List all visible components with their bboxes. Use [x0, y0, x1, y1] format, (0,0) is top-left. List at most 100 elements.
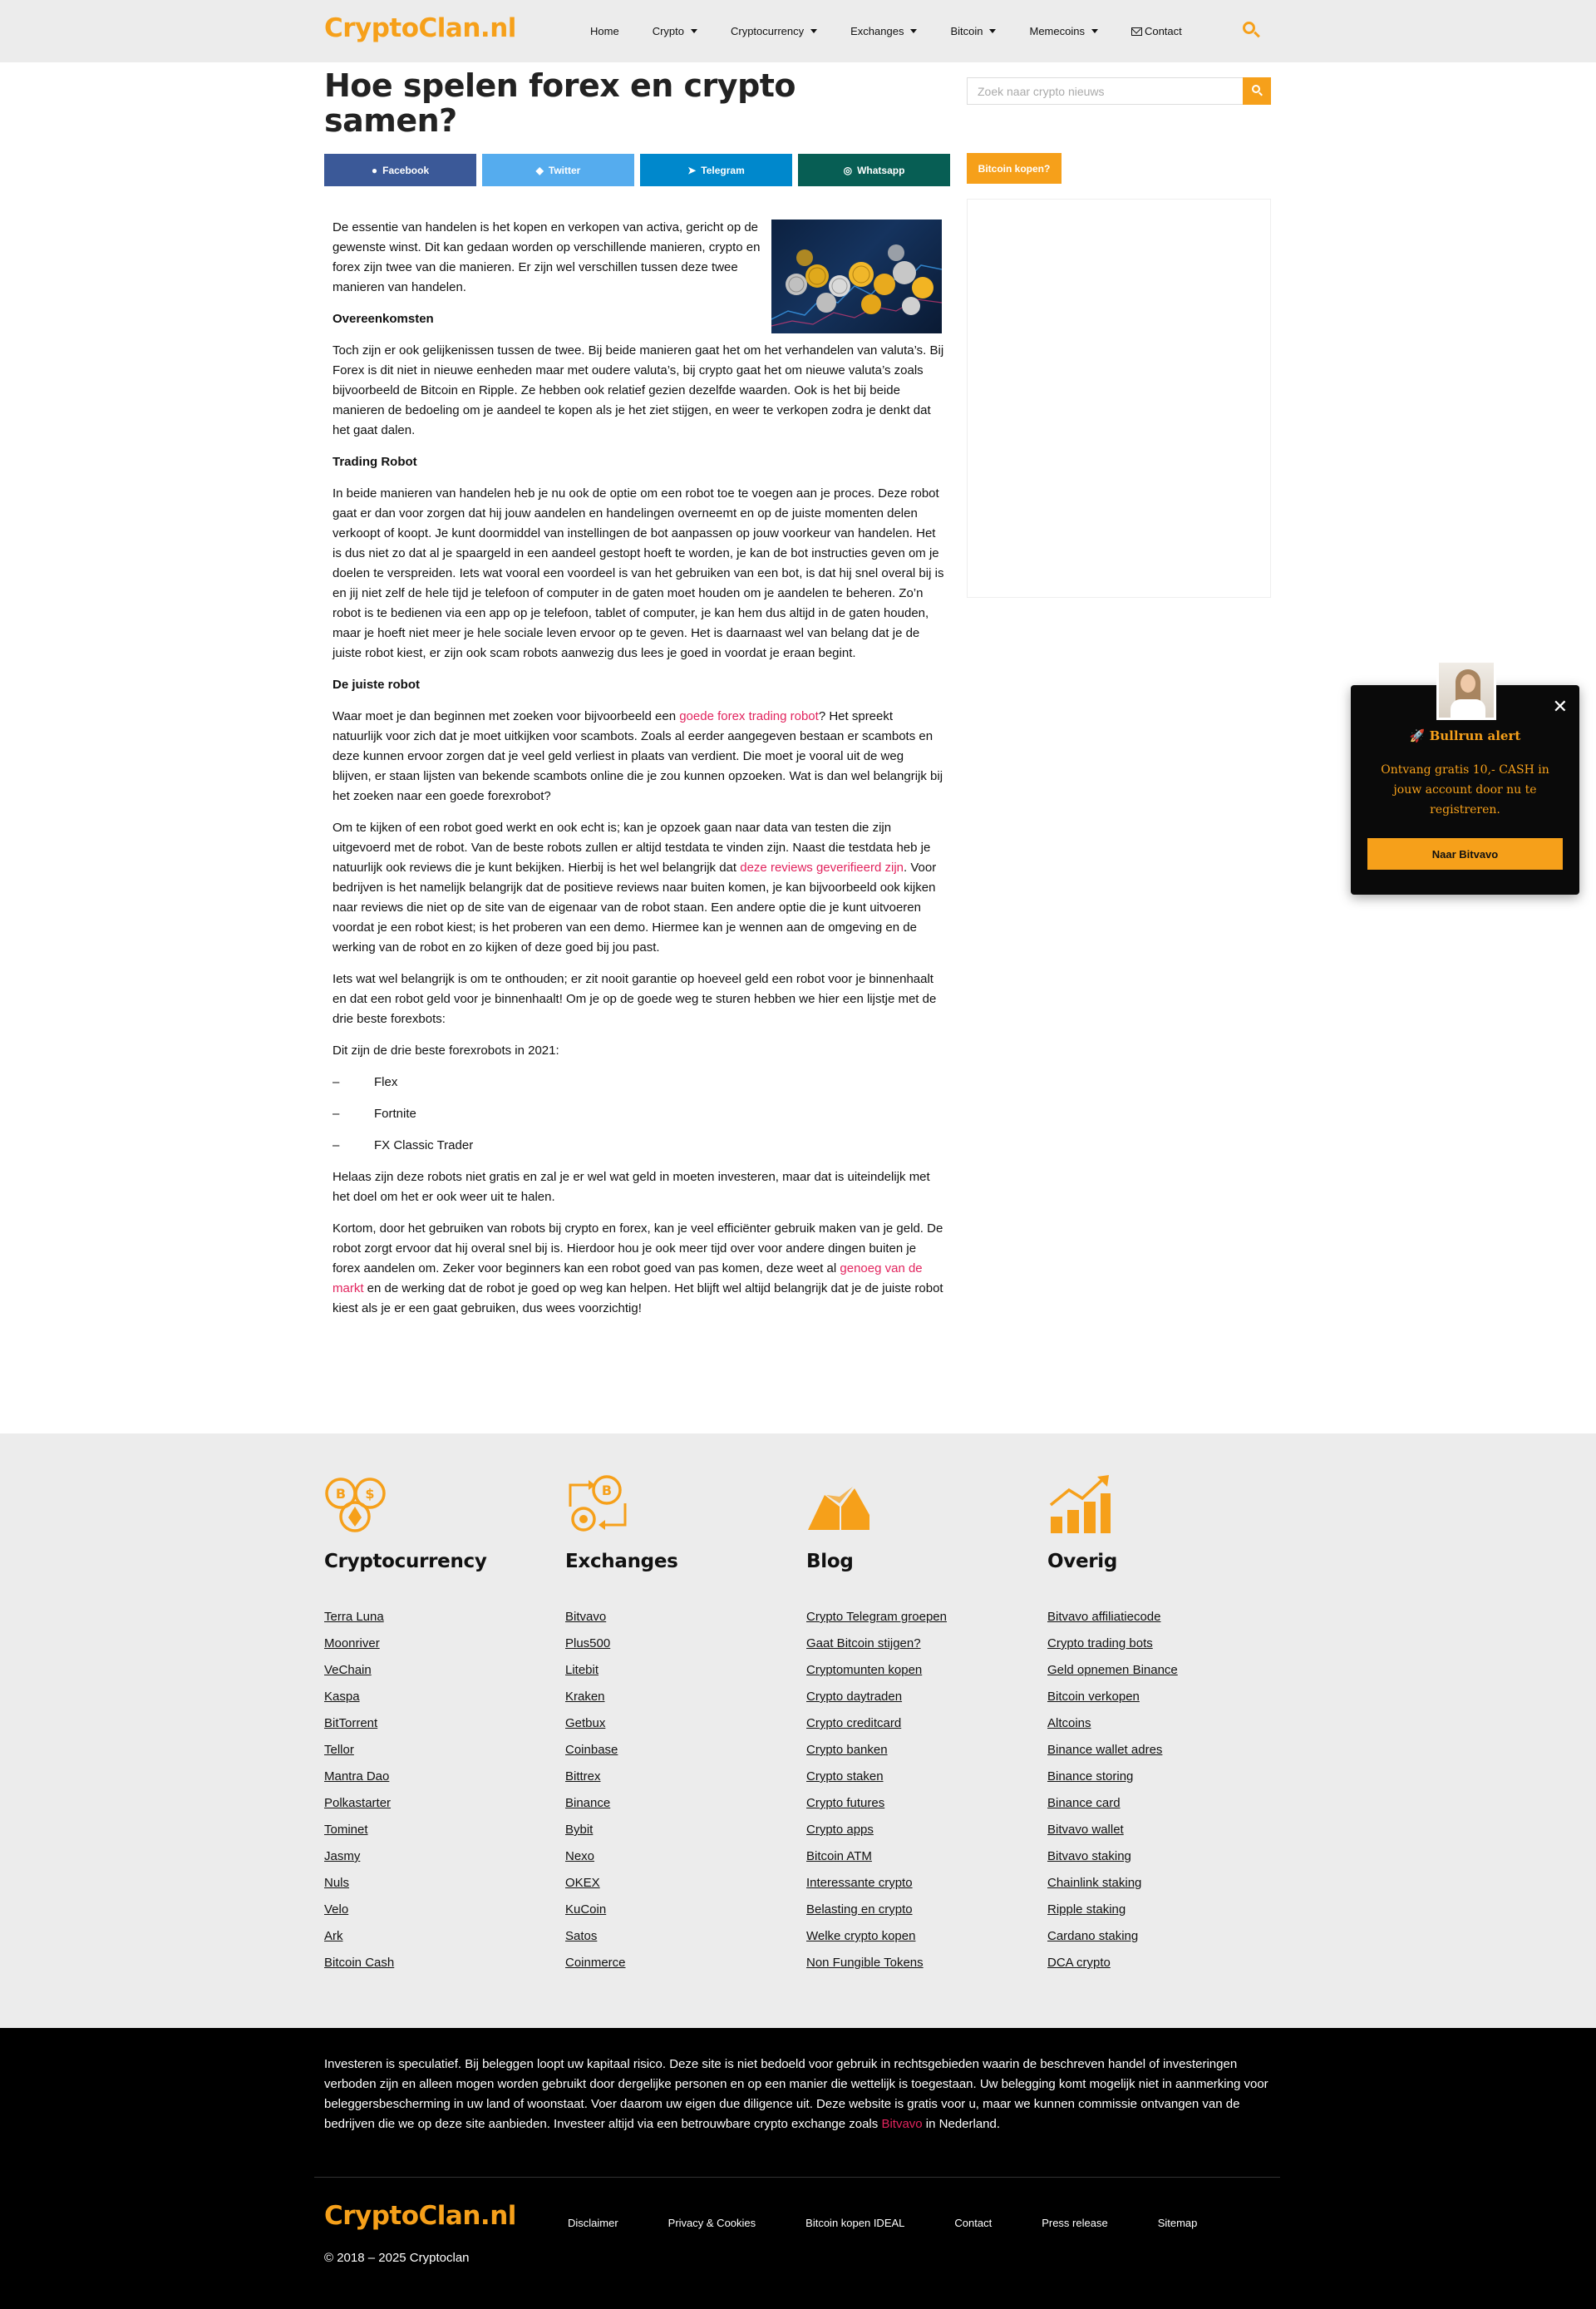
footer-link[interactable]: Kraken: [565, 1684, 790, 1710]
section-heading: Trading Robot: [332, 455, 417, 469]
footer-link[interactable]: Crypto trading bots: [1047, 1631, 1272, 1657]
footer-link[interactable]: Tellor: [324, 1737, 549, 1764]
share-label: Whatsapp: [857, 164, 905, 176]
footer-nav-disclaimer[interactable]: Disclaimer: [568, 2217, 618, 2229]
footer-logo[interactable]: CryptoClan.nl: [324, 2201, 516, 2231]
footer-link[interactable]: Crypto daytraden: [806, 1684, 1031, 1710]
sidebar-search: [967, 77, 1271, 105]
footer-link[interactable]: Bitvavo wallet: [1047, 1817, 1272, 1843]
popup-title: 🚀 Bullrun alert: [1409, 728, 1521, 743]
share-twitter-button[interactable]: ◆ Twitter: [482, 154, 634, 186]
footer-link[interactable]: Kaspa: [324, 1684, 549, 1710]
footer-link[interactable]: Bitvavo staking: [1047, 1843, 1272, 1870]
share-buttons: ● Facebook ◆ Twitter ➤ Telegram ◎ Whatsapp: [324, 154, 950, 186]
bitvavo-link[interactable]: Bitvavo: [881, 2117, 922, 2131]
nav-item-home[interactable]: Home: [574, 25, 636, 37]
footer-link[interactable]: KuCoin: [565, 1897, 790, 1923]
share-facebook-button[interactable]: ● Facebook: [324, 154, 476, 186]
nav-item-memecoins[interactable]: Memecoins: [1012, 25, 1114, 37]
footer-link[interactable]: Nuls: [324, 1870, 549, 1897]
footer-link[interactable]: Crypto apps: [806, 1817, 1031, 1843]
footer-nav-contact[interactable]: Contact: [954, 2217, 992, 2229]
nav-item-exchanges[interactable]: Exchanges: [834, 25, 933, 37]
text-span: Investeren is speculatief. Bij beleggen …: [324, 2057, 1268, 2131]
footer-nav-privacy[interactable]: Privacy & Cookies: [668, 2217, 756, 2229]
footer-link[interactable]: Cardano staking: [1047, 1923, 1272, 1950]
footer-link[interactable]: Geld opnemen Binance: [1047, 1657, 1272, 1684]
footer-link[interactable]: Crypto futures: [806, 1790, 1031, 1817]
footer-link[interactable]: Bybit: [565, 1817, 790, 1843]
forex-robot-link[interactable]: goede forex trading robot: [679, 709, 819, 723]
footer-links-section: B $ Cryptocurrency Terra Luna Moonriver …: [0, 1433, 1596, 2028]
footer-link[interactable]: Getbux: [565, 1710, 790, 1737]
list-item: – Flex: [332, 1073, 944, 1093]
footer-nav-sitemap[interactable]: Sitemap: [1158, 2217, 1198, 2229]
search-input[interactable]: [968, 78, 1242, 104]
footer-nav-bitcoin-ideal[interactable]: Bitcoin kopen IDEAL: [805, 2217, 904, 2229]
mail-icon: [1130, 27, 1142, 36]
footer-link[interactable]: Terra Luna: [324, 1604, 549, 1631]
naar-bitvavo-button[interactable]: Naar Bitvavo: [1367, 838, 1563, 870]
footer-link[interactable]: Moonriver: [324, 1631, 549, 1657]
footer-link[interactable]: VeChain: [324, 1657, 549, 1684]
search-icon[interactable]: [1243, 22, 1261, 40]
footer-link[interactable]: Satos: [565, 1923, 790, 1950]
footer-link[interactable]: Binance wallet adres: [1047, 1737, 1272, 1764]
footer-link[interactable]: Interessante crypto: [806, 1870, 1031, 1897]
footer-link[interactable]: Altcoins: [1047, 1710, 1272, 1737]
site-logo[interactable]: CryptoClan.nl: [324, 13, 516, 43]
nav-item-contact[interactable]: Contact: [1115, 25, 1199, 37]
footer-link[interactable]: DCA crypto: [1047, 1950, 1272, 1976]
footer-link[interactable]: Polkastarter: [324, 1790, 549, 1817]
footer-link[interactable]: Nexo: [565, 1843, 790, 1870]
nav-item-crypto[interactable]: Crypto: [636, 25, 714, 37]
footer-link[interactable]: OKEX: [565, 1870, 790, 1897]
footer-link[interactable]: Jasmy: [324, 1843, 549, 1870]
footer-link[interactable]: Crypto Telegram groepen: [806, 1604, 1031, 1631]
footer-link[interactable]: Bitvavo: [565, 1604, 790, 1631]
footer-link[interactable]: Binance card: [1047, 1790, 1272, 1817]
footer-link[interactable]: Tominet: [324, 1817, 549, 1843]
footer-link[interactable]: Bitcoin Cash: [324, 1950, 549, 1976]
article-paragraph: Waar moet je dan beginnen met zoeken voo…: [332, 707, 944, 807]
close-icon[interactable]: ✕: [1553, 698, 1568, 717]
list-item: – FX Classic Trader: [332, 1136, 944, 1156]
footer-link[interactable]: Bitcoin verkopen: [1047, 1684, 1272, 1710]
footer-column-exchanges: B Exchanges Bitvavo Plus500 Litebit Krak…: [565, 1473, 790, 1976]
footer-link[interactable]: Crypto staken: [806, 1764, 1031, 1790]
footer-link[interactable]: Non Fungible Tokens: [806, 1950, 1031, 1976]
buy-bitcoin-button[interactable]: Bitcoin kopen?: [967, 153, 1062, 184]
footer-link[interactable]: Bitvavo affiliatiecode: [1047, 1604, 1272, 1631]
footer-link[interactable]: Plus500: [565, 1631, 790, 1657]
nav-item-bitcoin[interactable]: Bitcoin: [933, 25, 1012, 37]
nav-item-cryptocurrency[interactable]: Cryptocurrency: [714, 25, 834, 37]
footer-link[interactable]: Welke crypto kopen: [806, 1923, 1031, 1950]
verified-reviews-link[interactable]: deze reviews geverifieerd zijn: [740, 861, 904, 875]
footer-link[interactable]: Coinbase: [565, 1737, 790, 1764]
search-button[interactable]: [1243, 77, 1271, 105]
footer-link[interactable]: Mantra Dao: [324, 1764, 549, 1790]
footer-link[interactable]: Crypto banken: [806, 1737, 1031, 1764]
footer-link[interactable]: BitTorrent: [324, 1710, 549, 1737]
footer-link[interactable]: Ripple staking: [1047, 1897, 1272, 1923]
whatsapp-icon: ◎: [843, 164, 853, 176]
share-telegram-button[interactable]: ➤ Telegram: [640, 154, 792, 186]
footer-link[interactable]: Bittrex: [565, 1764, 790, 1790]
footer-link[interactable]: Gaat Bitcoin stijgen?: [806, 1631, 1031, 1657]
footer-link[interactable]: Velo: [324, 1897, 549, 1923]
twitter-icon: ◆: [535, 164, 544, 176]
footer-link[interactable]: Litebit: [565, 1657, 790, 1684]
site-header: CryptoClan.nl Home Crypto Cryptocurrency…: [0, 0, 1596, 62]
share-whatsapp-button[interactable]: ◎ Whatsapp: [798, 154, 950, 186]
footer-link[interactable]: Binance storing: [1047, 1764, 1272, 1790]
footer-link[interactable]: Cryptomunten kopen: [806, 1657, 1031, 1684]
footer-link[interactable]: Coinmerce: [565, 1950, 790, 1976]
footer-link[interactable]: Bitcoin ATM: [806, 1843, 1031, 1870]
footer-link[interactable]: Binance: [565, 1790, 790, 1817]
footer-link[interactable]: Crypto creditcard: [806, 1710, 1031, 1737]
footer-link[interactable]: Belasting en crypto: [806, 1897, 1031, 1923]
footer-nav-press[interactable]: Press release: [1042, 2217, 1107, 2229]
footer-link[interactable]: Chainlink staking: [1047, 1870, 1272, 1897]
footer-link[interactable]: Ark: [324, 1923, 549, 1950]
exchange-icon: B: [565, 1473, 632, 1536]
